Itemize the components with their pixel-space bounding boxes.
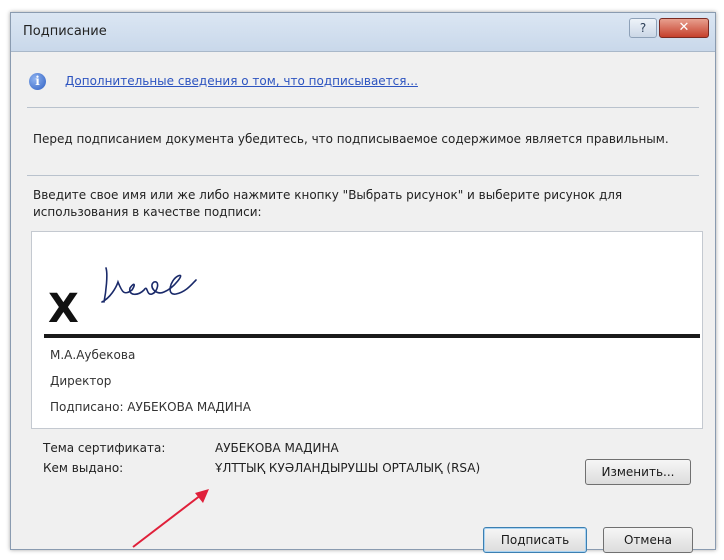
enter-instruction: Введите свое имя или же либо нажмите кно… xyxy=(33,188,623,219)
additional-info-link[interactable]: Дополнительные сведения о том, что подпи… xyxy=(65,74,418,88)
divider xyxy=(27,175,699,176)
help-button[interactable]: ? xyxy=(629,18,657,38)
red-arrow-annotation xyxy=(132,489,209,548)
change-certificate-button[interactable]: Изменить... xyxy=(585,459,691,485)
title-bar: Подписание ? ✕ xyxy=(11,13,715,52)
info-icon: i xyxy=(29,73,46,90)
signature-box[interactable]: X М.А.Аубекова Директор Подписано: АУБЕК… xyxy=(31,231,703,429)
signer-name: М.А.Аубекова xyxy=(50,348,136,362)
sign-button[interactable]: Подписать xyxy=(483,527,587,553)
certificate-subject-value: АУБЕКОВА МАДИНА xyxy=(215,441,339,455)
signed-by-text: Подписано: АУБЕКОВА МАДИНА xyxy=(50,400,252,414)
cancel-button[interactable]: Отмена xyxy=(603,527,693,553)
signer-position: Директор xyxy=(50,374,112,388)
signature-line xyxy=(44,334,700,338)
certificate-issuer-label: Кем выдано: xyxy=(43,461,124,475)
close-button[interactable]: ✕ xyxy=(659,18,709,38)
handwritten-signature-image xyxy=(101,267,197,303)
divider xyxy=(27,107,699,108)
signing-dialog: Подписание ? ✕ i Дополнительные сведения… xyxy=(10,12,716,553)
certificate-issuer-value: ҰЛТТЫҚ КУӘЛАНДЫРУШЫ ОРТАЛЫҚ (RSA) xyxy=(215,461,481,475)
verify-instruction: Перед подписанием документа убедитесь, ч… xyxy=(33,132,669,146)
signature-x-mark: X xyxy=(48,286,79,332)
window-title: Подписание xyxy=(23,24,107,39)
certificate-subject-label: Тема сертификата: xyxy=(43,441,166,455)
